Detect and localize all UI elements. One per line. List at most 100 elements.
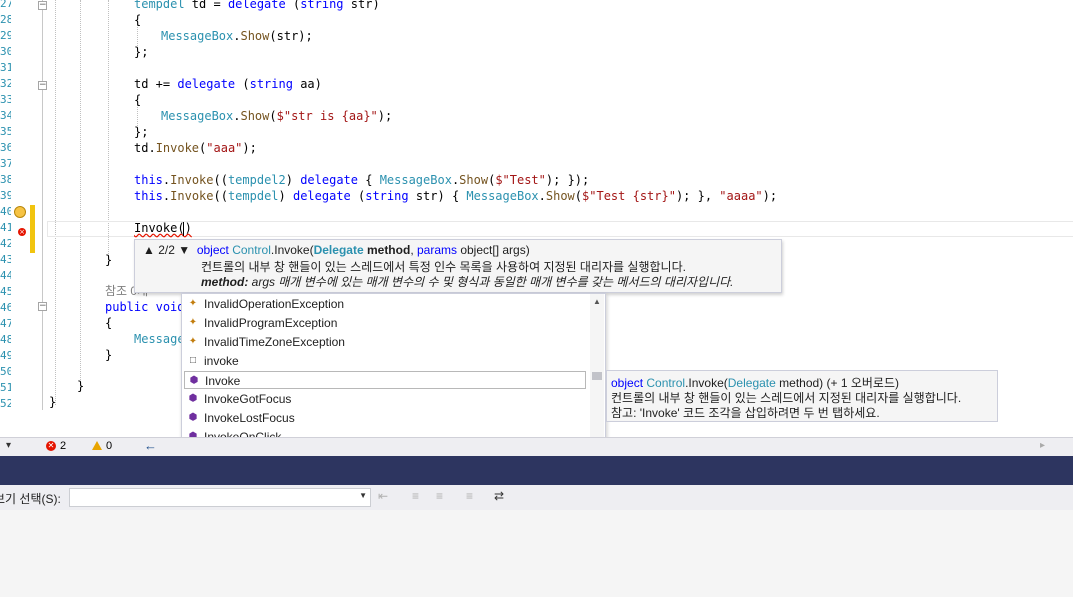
line-number: 49 — [0, 349, 11, 362]
code-line-50: } — [77, 379, 85, 393]
current-line-highlight — [47, 221, 1073, 237]
prev-message-icon[interactable]: ≡ — [412, 489, 419, 503]
completion-item-label: InvalidOperationException — [204, 297, 345, 311]
extension-method-icon: ⬢ — [188, 393, 198, 404]
code-line-32: td += delegate (string aa) — [134, 77, 322, 91]
change-marker — [30, 205, 35, 253]
code-line-28: { — [134, 13, 142, 27]
chevron-down-icon: ▼ — [359, 491, 367, 500]
code-line-43: } — [105, 253, 113, 267]
code-line-38: this.Invoke((tempdel2) delegate { Messag… — [134, 173, 590, 187]
overload-down-arrow[interactable]: ▼ — [178, 243, 190, 257]
line-number: 30 — [0, 45, 11, 58]
lightbulb-icon[interactable] — [14, 206, 26, 218]
completion-quick-info: object Control.Invoke(Delegate method) (… — [606, 370, 998, 422]
scroll-right-icon[interactable]: ▸ — [1040, 440, 1045, 451]
code-line-27: tempdel td = delegate (string str) — [134, 0, 380, 11]
line-number: 37 — [0, 157, 11, 170]
code-line-39: this.Invoke((tempdel) delegate (string s… — [134, 189, 778, 203]
warning-count-icon[interactable] — [92, 441, 102, 450]
parameter-description: method: args 매개 변수에 있는 매개 변수의 수 및 형식과 동일… — [201, 275, 734, 289]
nav-back-icon[interactable]: ← — [144, 438, 157, 453]
quick-info-note: 참고: 'Invoke' 코드 조각을 삽입하려면 두 번 탭하세요. — [611, 406, 880, 420]
line-number: 46 — [0, 301, 11, 314]
zoom-dropdown-icon[interactable]: ▾ — [6, 440, 11, 451]
clear-all-icon[interactable]: ≡ — [466, 489, 473, 503]
line-number: 38 — [0, 173, 11, 186]
error-icon: × — [18, 228, 26, 236]
completion-item[interactable]: ✦ InvalidOperationException — [184, 295, 586, 313]
line-number: 48 — [0, 333, 11, 346]
collapse-icon[interactable]: − — [38, 81, 47, 90]
error-count-icon[interactable]: ✕ — [46, 441, 56, 451]
word-wrap-icon[interactable]: ⇄ — [494, 489, 504, 503]
extension-method-icon: ⬢ — [188, 412, 198, 423]
code-line-46: { — [105, 316, 113, 330]
error-count[interactable]: 2 — [60, 440, 66, 452]
line-number: 32 — [0, 77, 11, 90]
code-line-47: Message — [134, 332, 185, 346]
line-number: 43 — [0, 253, 11, 266]
line-number: 52 — [0, 397, 11, 410]
method-icon: ⬢ — [189, 375, 199, 386]
completion-item[interactable]: ⬢ Invoke — [184, 371, 586, 389]
indent-guide — [80, 0, 81, 380]
exception-class-icon: ✦ — [188, 317, 198, 328]
line-number: 42 — [0, 237, 11, 250]
collapse-icon[interactable]: − — [38, 1, 47, 10]
completion-item-label: InvalidTimeZoneException — [204, 335, 345, 349]
line-number: 47 — [0, 317, 11, 330]
line-number: 27 — [0, 0, 11, 10]
line-number: 35 — [0, 125, 11, 138]
scroll-up-icon[interactable]: ▲ — [593, 297, 601, 306]
line-number: 40 — [0, 205, 11, 218]
completion-item[interactable]: ✦ InvalidTimeZoneException — [184, 333, 586, 351]
code-line-45: public void — [105, 300, 185, 314]
code-line-29: MessageBox.Show(str); — [161, 29, 313, 43]
code-line-35: }; — [134, 125, 149, 139]
line-number: 29 — [0, 29, 11, 42]
line-number: 45 — [0, 285, 11, 298]
line-number: 36 — [0, 141, 11, 154]
signature-row: ▲ 2/2 ▼ object Control.Invoke(Delegate m… — [143, 243, 530, 257]
output-toolbar: 보기 선택(S): ▼ ⇤ ≡ ≡ ≡ ⇄ — [0, 485, 1073, 510]
completion-item-label: InvokeLostFocus — [204, 411, 295, 425]
exception-class-icon: ✦ — [188, 336, 198, 347]
fold-gutter-line — [42, 0, 43, 410]
completion-item-label: InvokeGotFocus — [204, 392, 292, 406]
find-message-icon[interactable]: ⇤ — [378, 489, 388, 503]
completion-item-label: invoke — [204, 354, 239, 368]
code-line-33: { — [134, 93, 142, 107]
next-message-icon[interactable]: ≡ — [436, 489, 443, 503]
indent-guide — [55, 0, 56, 405]
line-number: 34 — [0, 109, 11, 122]
line-number: 44 — [0, 269, 11, 282]
completion-item[interactable]: ⬢ InvokeLostFocus — [184, 409, 586, 427]
view-selector-label: 보기 선택(S): — [0, 492, 61, 506]
line-number: 41 — [0, 221, 11, 234]
line-number: 31 — [0, 61, 11, 74]
editor-status-bar: ▾ ✕ 2 0 ← ▸ — [0, 437, 1073, 456]
view-selector-dropdown[interactable]: ▼ — [69, 488, 371, 507]
output-panel — [0, 510, 1073, 597]
line-number: 51 — [0, 381, 11, 394]
text-caret — [183, 222, 184, 236]
overload-counter: 2/2 — [158, 243, 175, 257]
completion-item[interactable]: ⬢ InvokeGotFocus — [184, 390, 586, 408]
line-number: 50 — [0, 365, 11, 378]
code-line-36: td.Invoke("aaa"); — [134, 141, 257, 155]
completion-item[interactable]: □ invoke — [184, 352, 586, 370]
completion-item[interactable]: ✦ InvalidProgramException — [184, 314, 586, 332]
collapse-icon[interactable]: − — [38, 302, 47, 311]
scroll-thumb[interactable] — [592, 372, 602, 380]
completion-item-label: InvalidProgramException — [204, 316, 338, 330]
code-line-51: } — [49, 395, 57, 409]
overload-up-arrow[interactable]: ▲ — [143, 243, 155, 257]
exception-class-icon: ✦ — [188, 298, 198, 309]
signature-help-tooltip: ▲ 2/2 ▼ object Control.Invoke(Delegate m… — [134, 239, 782, 293]
panel-title-bar — [0, 456, 1073, 485]
code-line-30: }; — [134, 45, 149, 59]
warning-count[interactable]: 0 — [106, 440, 112, 452]
line-number: 39 — [0, 189, 11, 202]
line-number: 33 — [0, 93, 11, 106]
